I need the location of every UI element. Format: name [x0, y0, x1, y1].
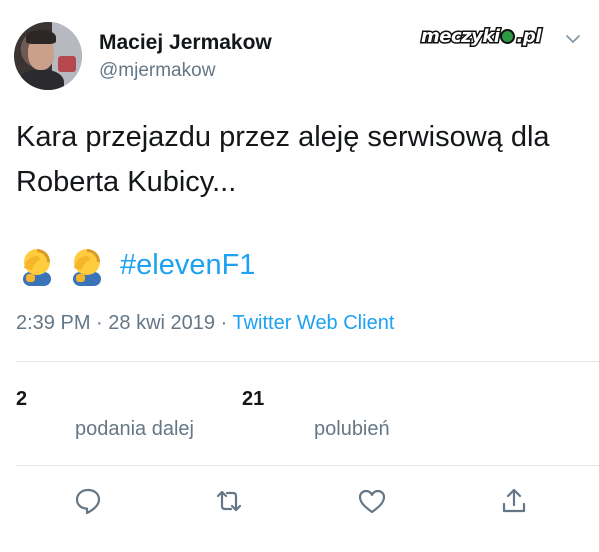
reply-button[interactable]: [71, 484, 105, 518]
tweet-text: Kara przejazdu przez aleję serwisową dla…: [16, 121, 550, 198]
like-label[interactable]: polubień: [314, 418, 390, 441]
meta-separator: ·: [220, 312, 228, 334]
tweet-time: 2:39 PM: [16, 312, 91, 334]
tweet-meta: 2:39 PM · 28 kwi 2019 · Twitter Web Clie…: [16, 312, 394, 335]
retweet-button[interactable]: [212, 484, 246, 518]
like-count[interactable]: 21: [242, 388, 264, 411]
brand-logo: meczyki .pl: [419, 24, 543, 48]
retweet-label[interactable]: podania dalej: [75, 418, 194, 441]
logo-text: meczyki: [419, 24, 501, 48]
avatar-hair: [26, 30, 56, 44]
ball-icon: [500, 28, 516, 44]
emoji-hashtag-row: #elevenF1: [16, 243, 255, 287]
like-button[interactable]: [355, 484, 389, 518]
face-palm-emoji-icon: [23, 249, 51, 286]
logo-domain: .pl: [515, 24, 543, 48]
avatar-shirt: [18, 70, 64, 90]
author-handle[interactable]: @mjermakow: [99, 60, 215, 82]
tweet-date: 28 kwi 2019: [108, 312, 216, 334]
share-icon: [502, 488, 526, 513]
retweet-count[interactable]: 2: [16, 388, 27, 411]
like-icon: [358, 489, 386, 514]
author-name[interactable]: Maciej Jermakow: [99, 31, 272, 55]
chevron-down-icon[interactable]: [565, 31, 581, 47]
avatar[interactable]: [14, 22, 82, 90]
retweet-icon: [216, 490, 242, 512]
divider: [16, 361, 599, 362]
client-link[interactable]: Twitter Web Client: [232, 312, 394, 334]
hashtag-link[interactable]: #elevenF1: [120, 249, 255, 282]
share-button[interactable]: [497, 484, 531, 518]
reply-icon: [75, 488, 101, 515]
divider: [16, 465, 599, 466]
meta-separator: ·: [96, 312, 103, 334]
face-palm-emoji-icon: [73, 249, 101, 286]
avatar-background-detail: [58, 56, 76, 72]
